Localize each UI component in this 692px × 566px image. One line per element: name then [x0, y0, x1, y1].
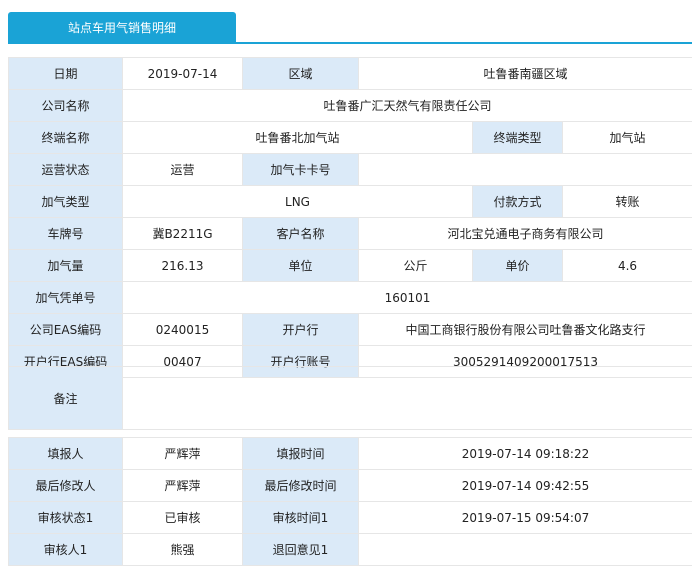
region-label: 区域: [243, 58, 359, 90]
gas-type-label: 加气类型: [9, 186, 123, 218]
payment-method-label: 付款方式: [473, 186, 563, 218]
audit-status1-value: 已审核: [123, 502, 243, 534]
terminal-type-value: 加气站: [563, 122, 692, 154]
fill-time-value: 2019-07-14 09:18:22: [359, 438, 692, 470]
company-name-label: 公司名称: [9, 90, 123, 122]
terminal-name-value: 吐鲁番北加气站: [123, 122, 473, 154]
payment-method-value: 转账: [563, 186, 692, 218]
bank-value: 中国工商银行股份有限公司吐鲁番文化路支行: [359, 314, 692, 346]
unit-price-value: 4.6: [563, 250, 692, 282]
voucher-no-label: 加气凭单号: [9, 282, 123, 314]
last-modify-time-value: 2019-07-14 09:42:55: [359, 470, 692, 502]
remark-value: [123, 367, 692, 430]
row-filler: 填报人 严辉萍 填报时间 2019-07-14 09:18:22: [9, 438, 692, 470]
voucher-no-value: 160101: [123, 282, 692, 314]
unit-price-label: 单价: [473, 250, 563, 282]
row-company: 公司名称 吐鲁番广汇天然气有限责任公司: [9, 90, 692, 122]
plate-no-label: 车牌号: [9, 218, 123, 250]
row-remark: 备注: [9, 367, 692, 430]
tab-sales-detail[interactable]: 站点车用气销售明细: [8, 12, 236, 43]
unit-label: 单位: [243, 250, 359, 282]
row-gas-type: 加气类型 LNG 付款方式 转账: [9, 186, 692, 218]
gas-card-no-value: [359, 154, 692, 186]
detail-table: 日期 2019-07-14 区域 吐鲁番南疆区域 公司名称 吐鲁番广汇天然气有限…: [8, 57, 692, 378]
bank-label: 开户行: [243, 314, 359, 346]
audit-status1-label: 审核状态1: [9, 502, 123, 534]
terminal-name-label: 终端名称: [9, 122, 123, 154]
last-modifier-value: 严辉萍: [123, 470, 243, 502]
remark-table: 备注: [8, 366, 692, 430]
customer-name-value: 河北宝兑通电子商务有限公司: [359, 218, 692, 250]
remark-label: 备注: [9, 367, 123, 430]
fill-time-label: 填报时间: [243, 438, 359, 470]
last-modifier-label: 最后修改人: [9, 470, 123, 502]
filler-value: 严辉萍: [123, 438, 243, 470]
gas-amount-value: 216.13: [123, 250, 243, 282]
audit-time1-label: 审核时间1: [243, 502, 359, 534]
operation-status-value: 运营: [123, 154, 243, 186]
customer-name-label: 客户名称: [243, 218, 359, 250]
row-last-modifier: 最后修改人 严辉萍 最后修改时间 2019-07-14 09:42:55: [9, 470, 692, 502]
audit-table: 填报人 严辉萍 填报时间 2019-07-14 09:18:22 最后修改人 严…: [8, 437, 692, 566]
operation-status-label: 运营状态: [9, 154, 123, 186]
gas-type-value: LNG: [123, 186, 473, 218]
row-date: 日期 2019-07-14 区域 吐鲁番南疆区域: [9, 58, 692, 90]
terminal-type-label: 终端类型: [473, 122, 563, 154]
gas-card-no-label: 加气卡卡号: [243, 154, 359, 186]
region-value: 吐鲁番南疆区域: [359, 58, 692, 90]
company-eas-label: 公司EAS编码: [9, 314, 123, 346]
last-modify-time-label: 最后修改时间: [243, 470, 359, 502]
company-name-value: 吐鲁番广汇天然气有限责任公司: [123, 90, 692, 122]
audit-time1-value: 2019-07-15 09:54:07: [359, 502, 692, 534]
row-audit-status: 审核状态1 已审核 审核时间1 2019-07-15 09:54:07: [9, 502, 692, 534]
row-terminal: 终端名称 吐鲁番北加气站 终端类型 加气站: [9, 122, 692, 154]
gas-amount-label: 加气量: [9, 250, 123, 282]
company-eas-value: 0240015: [123, 314, 243, 346]
row-amount: 加气量 216.13 单位 公斤 单价 4.6: [9, 250, 692, 282]
filler-label: 填报人: [9, 438, 123, 470]
unit-value: 公斤: [359, 250, 473, 282]
tab-underline: [8, 42, 692, 44]
row-voucher: 加气凭单号 160101: [9, 282, 692, 314]
row-operation: 运营状态 运营 加气卡卡号: [9, 154, 692, 186]
date-label: 日期: [9, 58, 123, 90]
tab-bar: 站点车用气销售明细: [0, 0, 692, 44]
row-plate: 车牌号 冀B2211G 客户名称 河北宝兑通电子商务有限公司: [9, 218, 692, 250]
row-company-eas: 公司EAS编码 0240015 开户行 中国工商银行股份有限公司吐鲁番文化路支行: [9, 314, 692, 346]
plate-no-value: 冀B2211G: [123, 218, 243, 250]
date-value: 2019-07-14: [123, 58, 243, 90]
